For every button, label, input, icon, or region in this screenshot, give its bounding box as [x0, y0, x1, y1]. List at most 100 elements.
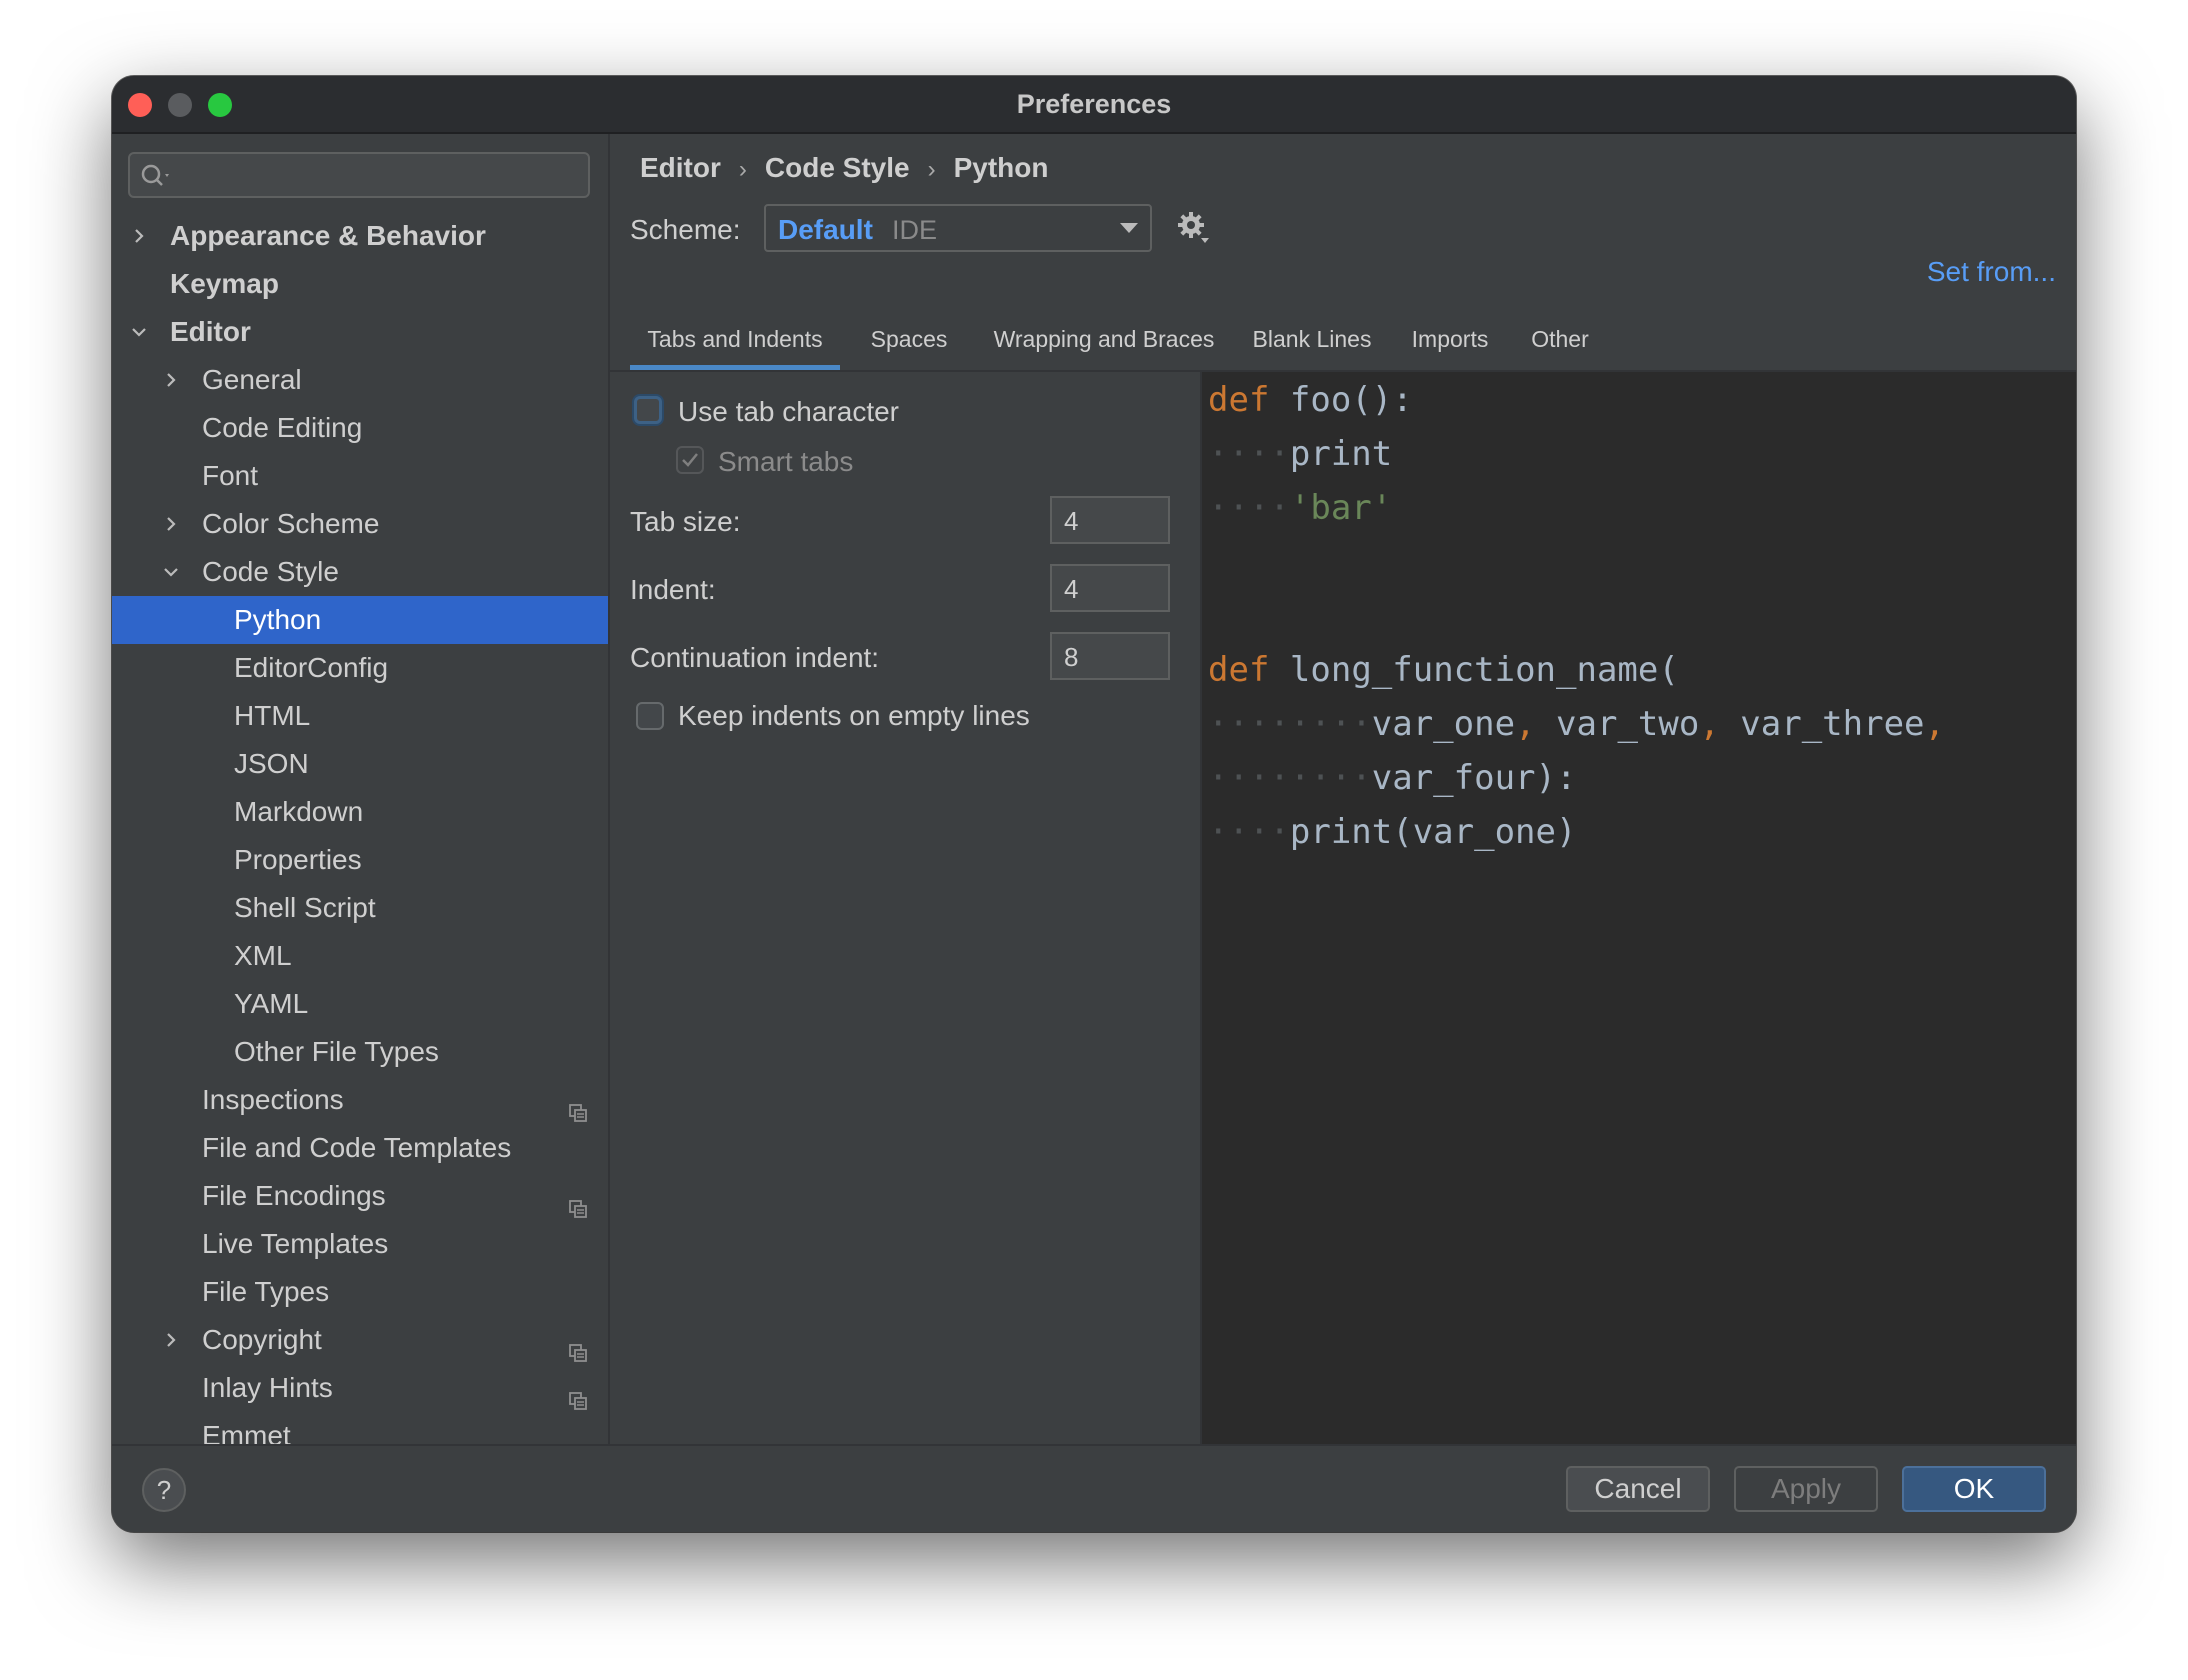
sidebar-item-file-and-code-templates[interactable]: File and Code Templates	[112, 1124, 608, 1172]
sidebar-item-file-types[interactable]: File Types	[112, 1268, 608, 1316]
use-tab-character-checkbox[interactable]	[634, 396, 662, 424]
chevron-right-icon[interactable]	[158, 500, 184, 548]
title-bar: Preferences	[112, 76, 2076, 134]
sidebar-item-keymap[interactable]: Keymap	[112, 260, 608, 308]
tab-blank-lines[interactable]: Blank Lines	[1244, 312, 1380, 370]
code-line: def long_function_name(	[1208, 650, 1679, 690]
sidebar-item-label: HTML	[234, 700, 311, 731]
sidebar-item-label: Font	[202, 460, 259, 491]
sidebar-item-label: Color Scheme	[202, 508, 380, 539]
sidebar-item-label: File Encodings	[202, 1180, 386, 1211]
sidebar-item-font[interactable]: Font	[112, 452, 608, 500]
sidebar-item-label: Copyright	[202, 1324, 322, 1355]
sidebar-item-markdown[interactable]: Markdown	[112, 788, 608, 836]
scheme-label: Scheme:	[630, 214, 741, 245]
sidebar-item-editorconfig[interactable]: EditorConfig	[112, 644, 608, 692]
sidebar-item-label: File Types	[202, 1276, 330, 1307]
chevron-down-icon[interactable]	[126, 308, 152, 356]
sidebar-item-emmet[interactable]: Emmet	[112, 1412, 608, 1444]
sidebar-item-label: Python	[234, 604, 322, 635]
tab-spaces[interactable]: Spaces	[856, 312, 962, 370]
sidebar-item-other-file-types[interactable]: Other File Types	[112, 1028, 608, 1076]
sidebar-item-yaml[interactable]: YAML	[112, 980, 608, 1028]
tab-size-input[interactable]: 4	[1050, 496, 1170, 544]
sidebar-item-label: Other File Types	[234, 1036, 439, 1067]
window-title: Preferences	[1016, 89, 1172, 119]
use-tab-character-label[interactable]: Use tab character	[678, 396, 899, 428]
continuation-indent-input[interactable]: 8	[1050, 632, 1170, 680]
sidebar-item-xml[interactable]: XML	[112, 932, 608, 980]
tab-other[interactable]: Other	[1518, 312, 1602, 370]
sidebar-item-label: Keymap	[170, 268, 279, 299]
sidebar-item-properties[interactable]: Properties	[112, 836, 608, 884]
chevron-right-icon[interactable]	[158, 356, 184, 404]
scheme-sub: IDE	[892, 215, 938, 245]
sidebar-item-label: Shell Script	[234, 892, 376, 923]
tab-wrapping-and-braces[interactable]: Wrapping and Braces	[984, 312, 1224, 370]
sidebar-item-python[interactable]: Python	[112, 596, 608, 644]
settings-sidebar: Appearance & Behavior Keymap Editor General…	[112, 134, 610, 1444]
sidebar-item-live-templates[interactable]: Live Templates	[112, 1220, 608, 1268]
sidebar-item-file-encodings[interactable]: File Encodings	[112, 1172, 608, 1220]
apply-button[interactable]: Apply	[1734, 1466, 1878, 1512]
chevron-right-icon[interactable]	[126, 212, 152, 260]
sidebar-item-label: Code Style	[202, 556, 339, 587]
settings-tree: Appearance & Behavior Keymap Editor General…	[112, 212, 608, 1444]
gear-icon[interactable]	[1176, 210, 1212, 251]
code-preview[interactable]: def foo(): ····print ····'bar' def long_…	[1200, 372, 2076, 1444]
settings-content: Editor › Code Style › Python Scheme: Default…	[610, 134, 2076, 1444]
sidebar-item-general[interactable]: General	[112, 356, 608, 404]
preferences-window: Preferences Appearance & Behavior Keymap E…	[112, 76, 2076, 1532]
sidebar-item-code-editing[interactable]: Code Editing	[112, 404, 608, 452]
sidebar-item-html[interactable]: HTML	[112, 692, 608, 740]
search-icon	[141, 164, 169, 186]
set-from-link[interactable]: Set from...	[1927, 256, 2056, 288]
indent-input[interactable]: 4	[1050, 564, 1170, 612]
dialog-footer: ? Cancel Apply OK	[112, 1444, 2076, 1532]
sidebar-item-label: Appearance & Behavior	[170, 220, 486, 251]
checkmark-icon	[682, 453, 698, 467]
sidebar-item-label: JSON	[234, 748, 309, 779]
sidebar-item-shell-script[interactable]: Shell Script	[112, 884, 608, 932]
sidebar-item-label: Editor	[170, 316, 251, 347]
chevron-down-icon	[1120, 223, 1138, 233]
tab-imports[interactable]: Imports	[1400, 312, 1500, 370]
smart-tabs-checkbox[interactable]	[676, 446, 704, 474]
sidebar-item-copyright[interactable]: Copyright	[112, 1316, 608, 1364]
help-button[interactable]: ?	[142, 1468, 186, 1512]
code-line: ········var_four):	[1208, 758, 1577, 798]
sidebar-item-label: Live Templates	[202, 1228, 389, 1259]
sidebar-item-code-style[interactable]: Code Style	[112, 548, 608, 596]
sidebar-item-label: Markdown	[234, 796, 364, 827]
breadcrumb-item-code-style[interactable]: Code Style	[765, 152, 910, 184]
chevron-right-icon[interactable]	[158, 1316, 184, 1364]
tabs-indents-options: Use tab character Smart tabs Tab size: 4…	[610, 372, 1200, 1444]
keep-indents-label[interactable]: Keep indents on empty lines	[678, 700, 1030, 732]
sidebar-item-inspections[interactable]: Inspections	[112, 1076, 608, 1124]
sidebar-item-label: XML	[234, 940, 292, 971]
keep-indents-checkbox[interactable]	[636, 702, 664, 730]
sidebar-item-editor[interactable]: Editor	[112, 308, 608, 356]
sidebar-item-color-scheme[interactable]: Color Scheme	[112, 500, 608, 548]
cancel-button[interactable]: Cancel	[1566, 1466, 1710, 1512]
breadcrumb-item-editor[interactable]: Editor	[640, 152, 721, 184]
chevron-down-icon[interactable]	[158, 548, 184, 596]
continuation-indent-label: Continuation indent:	[630, 642, 880, 673]
code-line: ····print(var_one)	[1208, 812, 1577, 852]
breadcrumb: Editor › Code Style › Python	[640, 152, 1048, 184]
sidebar-item-appearance-behavior[interactable]: Appearance & Behavior	[112, 212, 608, 260]
sidebar-item-label: File and Code Templates	[202, 1132, 512, 1163]
code-line: ····print	[1208, 434, 1393, 474]
code-line: ····'bar'	[1208, 488, 1393, 528]
sidebar-item-json[interactable]: JSON	[112, 740, 608, 788]
ok-button[interactable]: OK	[1902, 1466, 2046, 1512]
tab-size-label: Tab size:	[630, 506, 741, 537]
sidebar-item-inlay-hints[interactable]: Inlay Hints	[112, 1364, 608, 1412]
scheme-dropdown[interactable]: Default IDE	[764, 204, 1152, 252]
sidebar-item-label: YAML	[234, 988, 309, 1019]
sidebar-item-label: Code Editing	[202, 412, 363, 443]
tab-tabs-and-indents[interactable]: Tabs and Indents	[630, 312, 840, 370]
breadcrumb-item-python: Python	[953, 152, 1049, 183]
settings-search-input[interactable]	[128, 152, 590, 198]
scheme-name: Default	[778, 214, 873, 245]
